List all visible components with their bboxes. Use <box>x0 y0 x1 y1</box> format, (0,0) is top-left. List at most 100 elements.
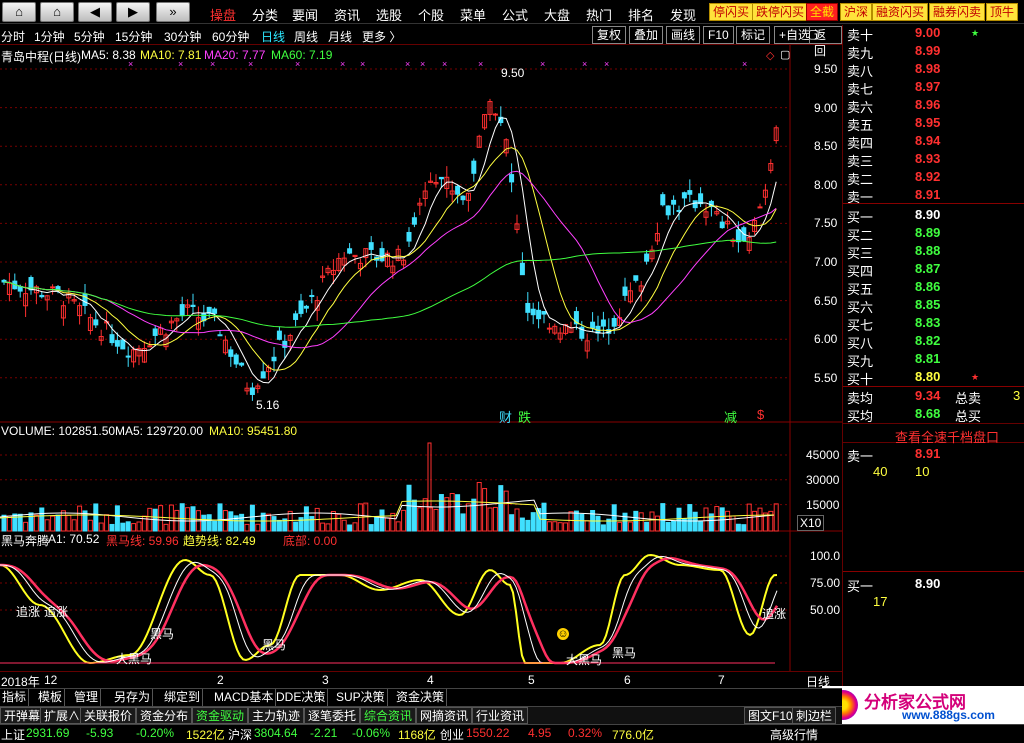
quick-trade-button[interactable]: 沪深 <box>840 3 873 21</box>
chart-tool-button[interactable]: F10 <box>703 26 734 44</box>
chart-tool-button[interactable]: 复权 <box>592 26 627 44</box>
ask-level-label: 卖八 <box>847 64 874 79</box>
volume-bar <box>120 522 126 532</box>
heima-line <box>0 556 779 665</box>
quick-trade-button[interactable]: 跌停闪买 <box>752 3 809 21</box>
candle-body <box>276 330 282 340</box>
advanced-quote[interactable]: 高级行情 <box>770 726 818 743</box>
price-axis-tick: 7.00 <box>814 255 838 269</box>
x-marker: × <box>178 59 183 69</box>
feature-tab[interactable]: 逐笔委托 <box>304 707 361 724</box>
period-tab[interactable]: 60分钟 <box>212 28 249 45</box>
menu-item[interactable]: 排名 <box>628 5 654 24</box>
volume-bar <box>401 509 407 532</box>
candle-body <box>249 387 255 395</box>
indicator-tab[interactable]: MACD基本 <box>212 689 277 706</box>
feature-tab[interactable]: 关联报价 <box>80 707 137 724</box>
indicator-tab[interactable]: DDE决策 <box>274 689 329 706</box>
period-tab[interactable]: 分时 <box>1 28 25 45</box>
trend-line <box>0 554 778 665</box>
feature-tab[interactable]: 资金分布 <box>136 707 193 724</box>
period-tab[interactable]: 日线 <box>261 28 285 45</box>
feature-tab[interactable]: 综合资讯 <box>360 707 417 724</box>
candle-body <box>622 286 628 296</box>
volume-bar <box>698 521 704 532</box>
avg-sell-value: 9.34 <box>915 388 941 403</box>
forward-button[interactable]: ▶ <box>116 2 150 22</box>
indicator-tab[interactable]: 另存为 <box>112 689 154 706</box>
x-marker: × <box>405 59 410 69</box>
quick-trade-button[interactable]: 顶牛 <box>986 3 1019 21</box>
feature-tab[interactable]: 主力轨迹 <box>248 707 305 724</box>
quick-trade-button[interactable]: 融资闪买 <box>872 3 929 21</box>
period-tab[interactable]: 周线 <box>294 28 318 45</box>
volume-bar <box>644 521 650 532</box>
trend-line-label: 趋势线: 82.49 <box>183 534 256 548</box>
chart-options-icon[interactable]: ▢ <box>808 27 819 41</box>
menu-item[interactable]: 热门 <box>586 5 612 24</box>
home-button[interactable]: ⌂ <box>40 2 74 22</box>
feature-tab[interactable]: 资金驱动 <box>192 707 249 724</box>
bid-row: 买四 8.87 <box>843 261 1024 279</box>
kline-chart[interactable]: × × × × × × × × × × × × × × × <box>0 45 842 688</box>
volume-bar <box>476 482 482 532</box>
chart-tool-button[interactable]: 标记 <box>736 26 771 44</box>
chart-tool-button[interactable]: 叠加 <box>629 26 664 44</box>
menu-item[interactable]: 大盘 <box>544 5 570 24</box>
menu-item[interactable]: 资讯 <box>334 5 360 24</box>
period-tab[interactable]: 30分钟 <box>164 28 201 45</box>
volume-bar <box>768 510 774 532</box>
back-button[interactable]: ◀ <box>78 2 112 22</box>
feature-tab[interactable]: 网摘资讯 <box>416 707 473 724</box>
indicator-tab[interactable]: 指标 <box>0 689 30 706</box>
indicator-tab[interactable]: 绑定到 <box>162 689 204 706</box>
bid-price: 8.86 <box>915 279 941 294</box>
period-tab[interactable]: 15分钟 <box>115 28 152 45</box>
volume-bar <box>460 513 466 532</box>
indicator-tab[interactable]: 管理 <box>72 689 102 706</box>
bid-level-label: 买八 <box>847 336 874 351</box>
indicator-tab[interactable]: SUP决策 <box>334 689 388 706</box>
ask-level-label: 卖五 <box>847 118 874 133</box>
menu-item[interactable]: 菜单 <box>460 5 486 24</box>
indicator-tab[interactable]: 资金决策 <box>394 689 448 706</box>
feature-tabs: 开弹幕 扩展∧ 关联报价 资金分布 资金驱动 主力轨迹 逐笔委托 综合资讯 网摘资讯 行业资讯 图文… <box>0 706 842 724</box>
candle-body <box>93 319 99 326</box>
menu-item[interactable]: 操盘 <box>210 5 236 24</box>
chart-tool-button[interactable]: 画线 <box>666 26 701 44</box>
dollar-marker[interactable]: $ <box>757 407 764 422</box>
menu-toggle-button[interactable]: » <box>156 2 190 22</box>
candle-body <box>644 253 650 262</box>
feature-tab[interactable]: 开弹幕 <box>0 707 45 724</box>
diamond-icon[interactable]: ◇ <box>766 49 774 62</box>
ask-row: 卖九 8.99 <box>843 43 1024 61</box>
quick-trade-button[interactable]: 全截 <box>806 3 839 21</box>
volume-bar <box>395 521 401 532</box>
menu-item[interactable]: 要闻 <box>292 5 318 24</box>
menu-item[interactable]: 分类 <box>252 5 278 24</box>
menu-item[interactable]: 个股 <box>418 5 444 24</box>
menu-item[interactable]: 发现 <box>670 5 696 24</box>
bid-price: 8.87 <box>915 261 941 276</box>
period-tab[interactable]: 1分钟 <box>34 28 65 45</box>
period-tab[interactable]: 5分钟 <box>74 28 105 45</box>
window-icon[interactable]: ▢ <box>780 48 790 61</box>
home-icon[interactable]: ⌂ <box>2 2 36 22</box>
sidebar-tab[interactable]: 刺边栏 <box>792 707 837 724</box>
indicator-tab[interactable]: 模板 <box>36 689 66 706</box>
ask-row: 卖十 9.00 ★ <box>843 25 1024 43</box>
cy-index: 1550.22 <box>466 726 510 740</box>
x-marker: × <box>420 59 425 69</box>
menu-item[interactable]: 公式 <box>502 5 528 24</box>
period-tab[interactable]: 月线 <box>328 28 352 45</box>
menu-item[interactable]: 选股 <box>376 5 402 24</box>
quick-trade-button[interactable]: 停闪买 <box>709 3 754 21</box>
feature-tab[interactable]: 扩展∧ <box>40 707 85 724</box>
quick-trade-button[interactable]: 融券闪卖 <box>929 3 986 21</box>
x-axis: 2018年 12 2 3 4 5 6 7 日线 <box>0 671 842 689</box>
x-month-7: 7 <box>718 673 725 687</box>
period-tab[interactable]: 更多 〉 <box>362 28 401 45</box>
f10-tab[interactable]: 图文F10 <box>744 707 797 724</box>
candle-body <box>147 345 153 348</box>
feature-tab[interactable]: 行业资讯 <box>472 707 529 724</box>
